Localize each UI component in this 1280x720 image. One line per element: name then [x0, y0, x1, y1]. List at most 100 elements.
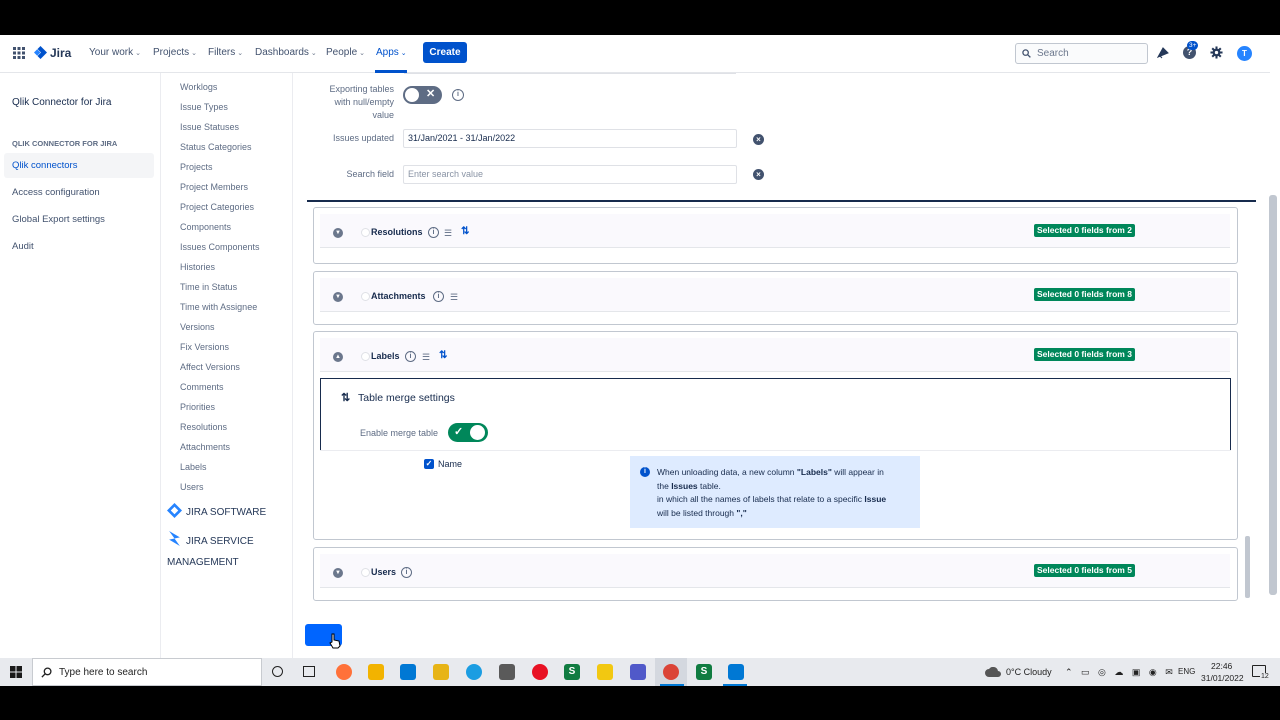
sidebar-item-qlik-connectors[interactable]: Qlik connectors	[4, 153, 154, 178]
table-link-attachments[interactable]: Attachments	[180, 442, 230, 452]
filter-icon[interactable]: ☰	[422, 352, 430, 363]
table-link-priorities[interactable]: Priorities	[180, 402, 215, 412]
table-link-issues-components[interactable]: Issues Components	[180, 242, 260, 252]
search-input[interactable]: Search	[1015, 43, 1148, 64]
nav-filters[interactable]: Filters ⌄	[208, 47, 243, 58]
sidebar-item-audit[interactable]: Audit	[12, 241, 34, 252]
enable-merge-toggle[interactable]: ✓	[448, 423, 488, 442]
table-select-checkbox[interactable]	[361, 568, 370, 577]
null-export-label-line2: with null/empty	[334, 97, 394, 107]
opera-icon[interactable]	[532, 664, 548, 680]
table-link-labels[interactable]: Labels	[180, 462, 207, 472]
chrome-icon[interactable]	[663, 664, 679, 680]
table-select-checkbox[interactable]	[361, 228, 370, 237]
info-text: the	[657, 480, 672, 491]
table-link-issue-types[interactable]: Issue Types	[180, 102, 228, 112]
table-link-fix-versions[interactable]: Fix Versions	[180, 342, 229, 352]
card-header[interactable]: ▼ Attachments i ☰ Selected 0 fields from…	[320, 278, 1230, 312]
chevron-down-icon[interactable]: ▼	[333, 568, 343, 578]
app-switcher-icon[interactable]	[13, 47, 25, 59]
clear-issues-updated-icon[interactable]: ×	[753, 134, 764, 145]
spreadsheet-app-icon[interactable]: S	[564, 664, 580, 680]
filter-icon[interactable]: ☰	[444, 228, 452, 239]
table-link-affect-versions[interactable]: Affect Versions	[180, 362, 240, 372]
clear-search-field-icon[interactable]: ×	[753, 169, 764, 180]
info-icon[interactable]: i	[452, 89, 464, 101]
clock-date[interactable]: 31/01/2022	[1201, 673, 1244, 683]
table-link-status-categories[interactable]: Status Categories	[180, 142, 252, 152]
table-link-time-in-status[interactable]: Time in Status	[180, 282, 237, 292]
field-checkbox-name[interactable]: ✓	[424, 459, 434, 469]
card-header[interactable]: ▼ Resolutions i ☰ ⇅ Selected 0 fields fr…	[320, 214, 1230, 248]
enable-merge-label: Enable merge table	[360, 428, 439, 438]
sidebar-item-access-configuration[interactable]: Access configuration	[12, 187, 100, 198]
chevron-down-icon[interactable]: ▼	[333, 292, 343, 302]
table-link-resolutions[interactable]: Resolutions	[180, 422, 227, 432]
notifications-icon[interactable]	[1157, 47, 1169, 59]
avatar[interactable]: T	[1237, 46, 1252, 61]
card-header[interactable]: ▲ Labels i ☰ ⇅ Selected 0 fields from 3	[320, 338, 1230, 372]
weather-text[interactable]: 0°C Cloudy	[1006, 667, 1052, 677]
jira-service-label-line1[interactable]: JIRA SERVICE	[186, 536, 254, 547]
page-scrollbar-thumb[interactable]	[1269, 195, 1277, 595]
info-icon[interactable]: i	[428, 227, 439, 238]
windows-start-icon[interactable]	[10, 666, 22, 678]
info-icon[interactable]: i	[401, 567, 412, 578]
nav-people[interactable]: People ⌄	[326, 47, 365, 58]
merge-icon[interactable]: ⇅	[439, 350, 447, 361]
card-header[interactable]: ▼ Users i Selected 0 fields from 5	[320, 554, 1230, 588]
table-select-checkbox[interactable]	[361, 292, 370, 301]
nav-your-work[interactable]: Your work ⌄	[89, 47, 141, 58]
table-link-users[interactable]: Users	[180, 482, 204, 492]
firefox-icon[interactable]	[336, 664, 352, 680]
language-indicator[interactable]: ENG	[1178, 667, 1195, 676]
merge-icon[interactable]: ⇅	[461, 226, 469, 237]
cortana-icon[interactable]	[272, 666, 283, 677]
sidebar-item-label: Qlik connectors	[12, 160, 78, 171]
taskbar-search-input[interactable]: Type here to search	[32, 658, 262, 686]
filter-icon[interactable]: ☰	[450, 292, 458, 303]
table-link-time-with-assignee[interactable]: Time with Assignee	[180, 302, 257, 312]
sidebar-item-global-export-settings[interactable]: Global Export settings	[12, 214, 105, 225]
jira-service-label-line2[interactable]: MANAGEMENT	[167, 557, 239, 568]
issues-updated-input[interactable]: 31/Jan/2021 - 31/Jan/2022	[403, 129, 737, 148]
table-link-components[interactable]: Components	[180, 222, 231, 232]
create-button[interactable]: Create	[423, 42, 467, 63]
table-link-histories[interactable]: Histories	[180, 262, 215, 272]
edge-icon[interactable]	[466, 664, 482, 680]
table-link-issue-statuses[interactable]: Issue Statuses	[180, 122, 239, 132]
remote-desktop-icon[interactable]	[728, 664, 744, 680]
app-grid-icon[interactable]	[499, 664, 515, 680]
table-link-comments[interactable]: Comments	[180, 382, 224, 392]
content-scrollbar-track[interactable]	[1244, 200, 1251, 605]
table-link-projects[interactable]: Projects	[180, 162, 213, 172]
apps-active-underline	[375, 70, 407, 73]
spreadsheet-app-icon-2[interactable]: S	[696, 664, 712, 680]
clock-time[interactable]: 22:46	[1211, 661, 1232, 671]
teams-icon[interactable]	[630, 664, 646, 680]
tray-icons[interactable]: ⌃ ▭ ◎ ☁ ▣ ◉ ✉	[1065, 667, 1176, 678]
table-link-worklogs[interactable]: Worklogs	[180, 82, 217, 92]
nav-apps[interactable]: Apps ⌄	[376, 47, 407, 58]
file-explorer-icon[interactable]	[433, 664, 449, 680]
info-icon[interactable]: i	[433, 291, 444, 302]
content-scrollbar-thumb[interactable]	[1245, 536, 1250, 598]
table-link-project-categories[interactable]: Project Categories	[180, 202, 254, 212]
info-icon[interactable]: i	[405, 351, 416, 362]
null-export-toggle[interactable]: ✕	[403, 86, 442, 104]
table-link-versions[interactable]: Versions	[180, 322, 215, 332]
table-select-checkbox[interactable]	[361, 352, 370, 361]
jira-software-label[interactable]: JIRA SOFTWARE	[186, 507, 266, 518]
chevron-down-icon[interactable]: ▼	[333, 228, 343, 238]
task-view-icon[interactable]	[303, 666, 315, 677]
table-link-project-members[interactable]: Project Members	[180, 182, 248, 192]
nav-projects[interactable]: Projects ⌄	[153, 47, 197, 58]
store-icon[interactable]	[368, 664, 384, 680]
search-field-input[interactable]: Enter search value	[403, 165, 737, 184]
gear-icon[interactable]	[1210, 46, 1223, 59]
mail-icon[interactable]	[400, 664, 416, 680]
close-icon: ✕	[426, 88, 436, 100]
chevron-up-icon[interactable]: ▲	[333, 352, 343, 362]
nav-dashboards[interactable]: Dashboards ⌄	[255, 47, 317, 58]
power-bi-icon[interactable]	[597, 664, 613, 680]
